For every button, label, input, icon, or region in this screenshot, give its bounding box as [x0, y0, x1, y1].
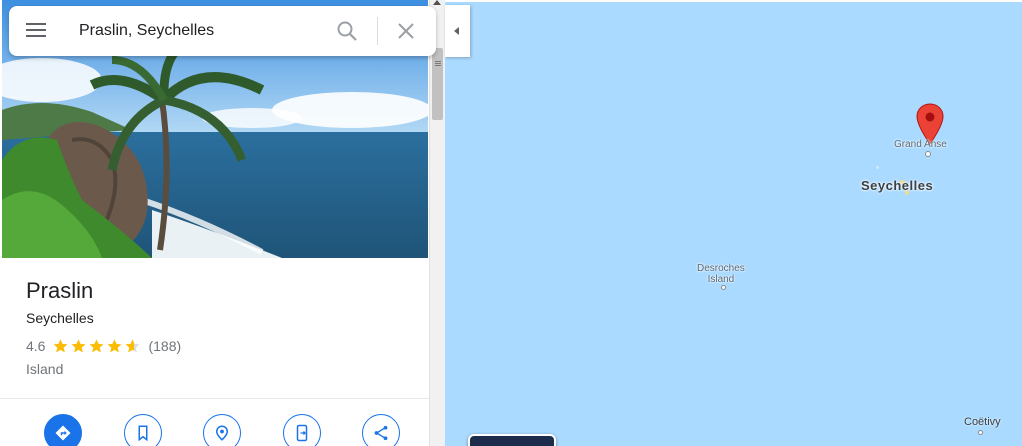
search-divider	[377, 17, 378, 45]
star-icon	[107, 339, 122, 353]
star-icon	[53, 339, 68, 353]
directions-icon	[55, 425, 71, 441]
map-label-grand-anse[interactable]: Grand Anse	[894, 139, 947, 150]
scroll-thumb[interactable]	[432, 48, 443, 120]
place-panel: Praslin Seychelles 4.6 (188) Island	[0, 0, 430, 446]
phone-send-icon	[296, 424, 308, 442]
save-button[interactable]	[124, 414, 162, 446]
bookmark-icon	[138, 425, 148, 442]
directions-button[interactable]	[44, 414, 82, 446]
share-icon	[374, 425, 388, 441]
satellite-layer-toggle[interactable]	[468, 434, 556, 446]
rating-value: 4.6	[26, 338, 46, 354]
place-title: Praslin	[26, 278, 94, 303]
place-dot-icon	[978, 430, 983, 435]
share-button[interactable]	[362, 414, 400, 446]
star-icon	[71, 339, 86, 353]
place-region: Seychelles	[26, 310, 94, 326]
search-icon	[337, 21, 357, 41]
collapse-panel-button[interactable]	[445, 5, 470, 57]
place-dot-icon	[721, 285, 726, 290]
panel-scrollbar[interactable]	[429, 0, 445, 446]
grip-line	[435, 65, 441, 66]
rating-row: 4.6 (188)	[26, 338, 181, 354]
search-box	[9, 6, 436, 56]
map-label-seychelles[interactable]: Seychelles	[861, 178, 933, 193]
star-icon	[89, 339, 104, 353]
place-dot-icon	[925, 151, 931, 157]
nearby-button[interactable]	[203, 414, 241, 446]
search-input[interactable]	[79, 20, 319, 42]
nearby-pin-icon	[215, 425, 229, 441]
map-canvas[interactable]: Grand Anse Seychelles Desroches Island C…	[445, 2, 1022, 446]
rating-stars[interactable]	[52, 338, 142, 354]
close-icon	[398, 23, 414, 39]
grip-line	[435, 63, 441, 64]
menu-icon[interactable]	[25, 19, 51, 43]
clear-search-button[interactable]	[394, 19, 420, 45]
divider	[0, 398, 430, 399]
send-to-phone-button[interactable]	[283, 414, 321, 446]
review-count[interactable]: (188)	[148, 338, 181, 354]
grip-line	[435, 61, 441, 62]
scroll-up-arrow-icon[interactable]	[433, 0, 441, 5]
search-button[interactable]	[335, 19, 361, 45]
label-line: Desroches	[697, 263, 745, 274]
collapse-arrow-icon	[454, 27, 459, 35]
half-star-icon	[125, 339, 140, 353]
label-line: Island	[707, 274, 735, 285]
place-category[interactable]: Island	[26, 361, 63, 377]
map-label-desroches[interactable]: Desroches Island	[697, 263, 745, 285]
island-dot-icon	[876, 166, 879, 169]
map-label-coetivy[interactable]: Coëtivy	[964, 416, 1001, 428]
